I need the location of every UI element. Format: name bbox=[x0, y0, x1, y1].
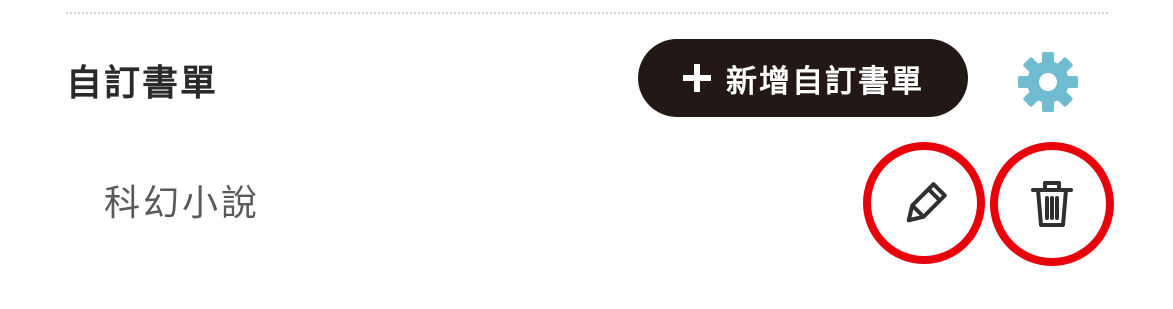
add-custom-list-button[interactable]: 新增自訂書單 bbox=[638, 39, 968, 117]
section-divider bbox=[66, 12, 1108, 14]
gear-icon[interactable] bbox=[1016, 50, 1080, 114]
plus-icon bbox=[683, 64, 711, 92]
section-title: 自訂書單 bbox=[66, 63, 219, 104]
pencil-icon bbox=[906, 182, 947, 223]
list-item-name: 科幻小說 bbox=[104, 183, 261, 224]
trash-icon bbox=[1031, 181, 1073, 227]
add-custom-list-label: 新增自訂書單 bbox=[726, 63, 924, 100]
delete-button[interactable] bbox=[1020, 172, 1084, 236]
list-item[interactable]: 科幻小說 bbox=[0, 150, 1173, 260]
edit-button[interactable] bbox=[893, 172, 957, 236]
